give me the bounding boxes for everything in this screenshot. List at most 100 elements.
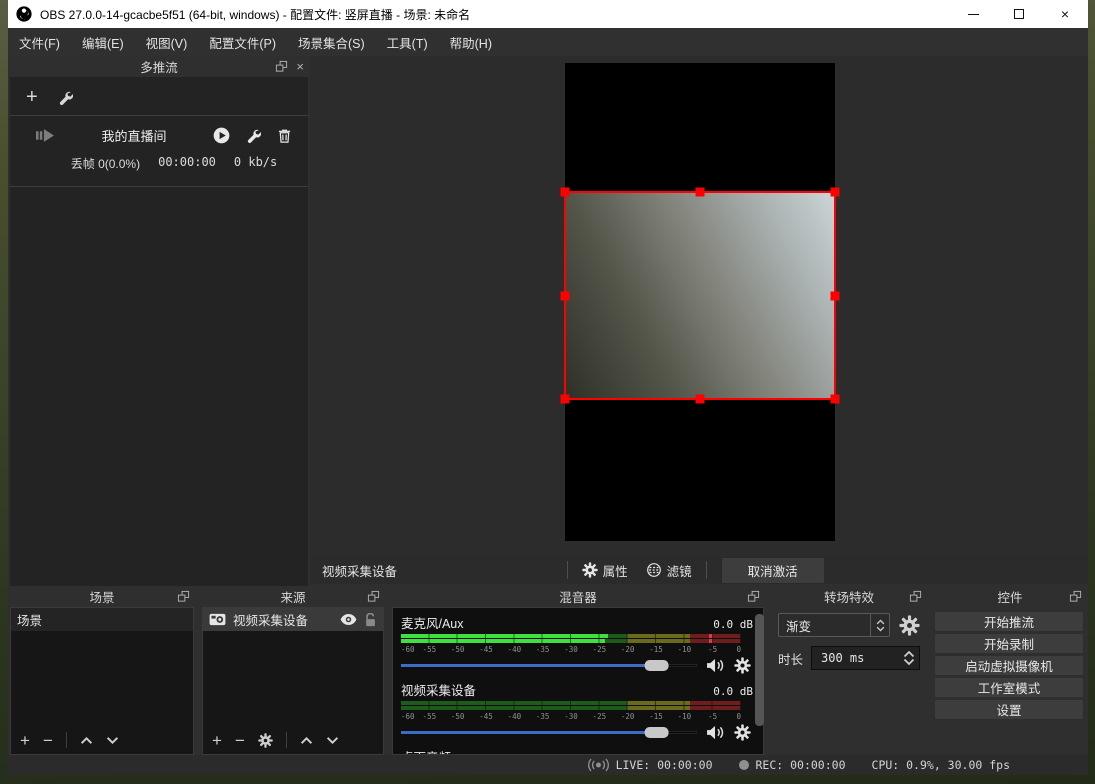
start-virtual-camera-button[interactable]: 启动虚拟摄像机 bbox=[934, 655, 1084, 676]
maximize-icon bbox=[1014, 9, 1024, 19]
resize-handle-bottom-center[interactable] bbox=[696, 395, 705, 404]
start-streaming-button[interactable]: 开始推流 bbox=[934, 611, 1084, 632]
wrench-icon[interactable] bbox=[58, 90, 73, 105]
meter-tick-label: -60 bbox=[401, 712, 415, 721]
menu-file[interactable]: 文件(F) bbox=[8, 28, 71, 56]
float-dock-icon[interactable] bbox=[275, 60, 288, 73]
duration-value: 300 ms bbox=[812, 651, 899, 665]
start-stream-icon[interactable] bbox=[213, 127, 230, 144]
menu-profile[interactable]: 配置文件(P) bbox=[198, 28, 287, 56]
meter-tick-label: -40 bbox=[508, 645, 522, 654]
source-properties-gear-icon[interactable] bbox=[258, 733, 273, 748]
divider bbox=[567, 561, 568, 579]
controls-dock: 控件 开始推流 开始录制 启动虚拟摄像机 工作室模式 设置 bbox=[932, 586, 1088, 755]
meter-tick-label: -55 bbox=[423, 645, 437, 654]
settings-button[interactable]: 设置 bbox=[934, 699, 1084, 720]
move-scene-up-button[interactable] bbox=[80, 736, 93, 745]
spin-up-icon[interactable] bbox=[903, 650, 915, 658]
preview-area bbox=[310, 56, 1088, 556]
mixer-scrollbar[interactable] bbox=[755, 614, 764, 726]
menu-help[interactable]: 帮助(H) bbox=[439, 28, 503, 56]
menu-scene-collection[interactable]: 场景集合(S) bbox=[287, 28, 376, 56]
meter-tick-label: -35 bbox=[536, 712, 550, 721]
channel-name: 视频采集设备 bbox=[401, 680, 476, 699]
menu-edit[interactable]: 编辑(E) bbox=[71, 28, 135, 56]
resize-handle-bottom-right[interactable] bbox=[831, 395, 840, 404]
resize-handle-mid-left[interactable] bbox=[561, 291, 570, 300]
maximize-button[interactable] bbox=[996, 0, 1042, 28]
move-scene-down-button[interactable] bbox=[106, 736, 119, 745]
delete-stream-icon[interactable] bbox=[277, 128, 292, 144]
spin-down-icon[interactable] bbox=[903, 658, 915, 666]
volume-meter bbox=[401, 634, 741, 643]
duration-label: 时长 bbox=[778, 649, 803, 668]
source-list-item[interactable]: 视频采集设备 bbox=[203, 608, 383, 631]
duration-spinbox[interactable]: 300 ms bbox=[811, 646, 920, 670]
meter-tick-label: -30 bbox=[564, 712, 578, 721]
close-dock-icon[interactable]: × bbox=[296, 59, 304, 74]
record-dot-icon bbox=[739, 760, 749, 770]
visibility-eye-icon[interactable] bbox=[340, 614, 357, 625]
channel-gear-icon[interactable] bbox=[734, 724, 751, 741]
controls-dock-title: 控件 bbox=[997, 587, 1022, 606]
resize-handle-top-center[interactable] bbox=[696, 188, 705, 197]
float-dock-icon[interactable] bbox=[367, 590, 380, 603]
move-source-down-button[interactable] bbox=[326, 736, 339, 745]
float-dock-icon[interactable] bbox=[909, 590, 922, 603]
obs-window: OBS 27.0.0-14-gcacbe5f51 (64-bit, window… bbox=[8, 0, 1088, 775]
resize-handle-mid-right[interactable] bbox=[831, 291, 840, 300]
meter-tick-label: -30 bbox=[564, 645, 578, 654]
volume-meter-bar bbox=[401, 639, 741, 643]
transition-select[interactable]: 渐变 bbox=[778, 613, 890, 637]
move-source-up-button[interactable] bbox=[300, 736, 313, 745]
scene-list-item[interactable]: 场景 bbox=[11, 608, 193, 631]
close-button[interactable]: × bbox=[1042, 0, 1088, 28]
minimize-icon bbox=[968, 14, 979, 15]
add-source-button[interactable]: + bbox=[212, 732, 222, 749]
mixer-dock: 混音器 麦克风/Aux 0.0 dB -60-55-50-45-40-35-30… bbox=[390, 586, 766, 755]
divider bbox=[286, 732, 287, 748]
meter-tick-label: -25 bbox=[593, 712, 607, 721]
speaker-icon[interactable] bbox=[706, 658, 725, 673]
gear-icon bbox=[582, 562, 598, 578]
sources-toolbar: + − bbox=[203, 726, 383, 754]
resize-handle-top-right[interactable] bbox=[831, 188, 840, 197]
properties-button[interactable]: 属性 bbox=[582, 561, 628, 580]
filters-button[interactable]: 滤镜 bbox=[646, 561, 692, 580]
studio-mode-button[interactable]: 工作室模式 bbox=[934, 677, 1084, 698]
stream-list-item[interactable]: 我的直播间 丢帧 0(0.0%) 00:00:00 0 kb/s bbox=[10, 116, 308, 180]
slider-handle[interactable] bbox=[644, 727, 668, 738]
start-recording-button[interactable]: 开始录制 bbox=[934, 633, 1084, 654]
remove-source-button[interactable]: − bbox=[235, 732, 245, 749]
transition-gear-icon[interactable] bbox=[899, 615, 920, 636]
float-dock-icon[interactable] bbox=[1069, 590, 1082, 603]
remove-scene-button[interactable]: − bbox=[43, 732, 53, 749]
float-dock-icon[interactable] bbox=[177, 590, 190, 603]
volume-slider[interactable] bbox=[401, 658, 697, 672]
volume-slider[interactable] bbox=[401, 725, 697, 739]
menu-view[interactable]: 视图(V) bbox=[135, 28, 199, 56]
channel-gear-icon[interactable] bbox=[734, 657, 751, 674]
meter-tick-label: -20 bbox=[621, 712, 635, 721]
add-stream-button[interactable]: + bbox=[26, 89, 38, 105]
menu-tools[interactable]: 工具(T) bbox=[376, 28, 439, 56]
minimize-button[interactable] bbox=[950, 0, 996, 28]
speaker-icon[interactable] bbox=[706, 725, 725, 740]
selected-source-bounds[interactable] bbox=[565, 192, 835, 399]
program-canvas[interactable] bbox=[565, 63, 835, 541]
lock-open-icon[interactable] bbox=[364, 613, 377, 627]
meter-tick-label: -20 bbox=[621, 645, 635, 654]
deactivate-button[interactable]: 取消激活 bbox=[721, 557, 825, 584]
resize-handle-bottom-left[interactable] bbox=[561, 395, 570, 404]
slider-handle[interactable] bbox=[644, 660, 668, 671]
slider-fill bbox=[401, 731, 659, 734]
float-dock-icon[interactable] bbox=[747, 590, 760, 603]
slider-fill bbox=[401, 664, 659, 667]
resize-handle-top-left[interactable] bbox=[561, 188, 570, 197]
meter-tick-label: -15 bbox=[649, 645, 663, 654]
edit-stream-icon[interactable] bbox=[246, 128, 261, 143]
video-capture-icon bbox=[209, 613, 226, 626]
volume-meter-bar bbox=[401, 634, 741, 638]
combo-arrows-icon[interactable] bbox=[870, 614, 889, 636]
add-scene-button[interactable]: + bbox=[20, 732, 30, 749]
